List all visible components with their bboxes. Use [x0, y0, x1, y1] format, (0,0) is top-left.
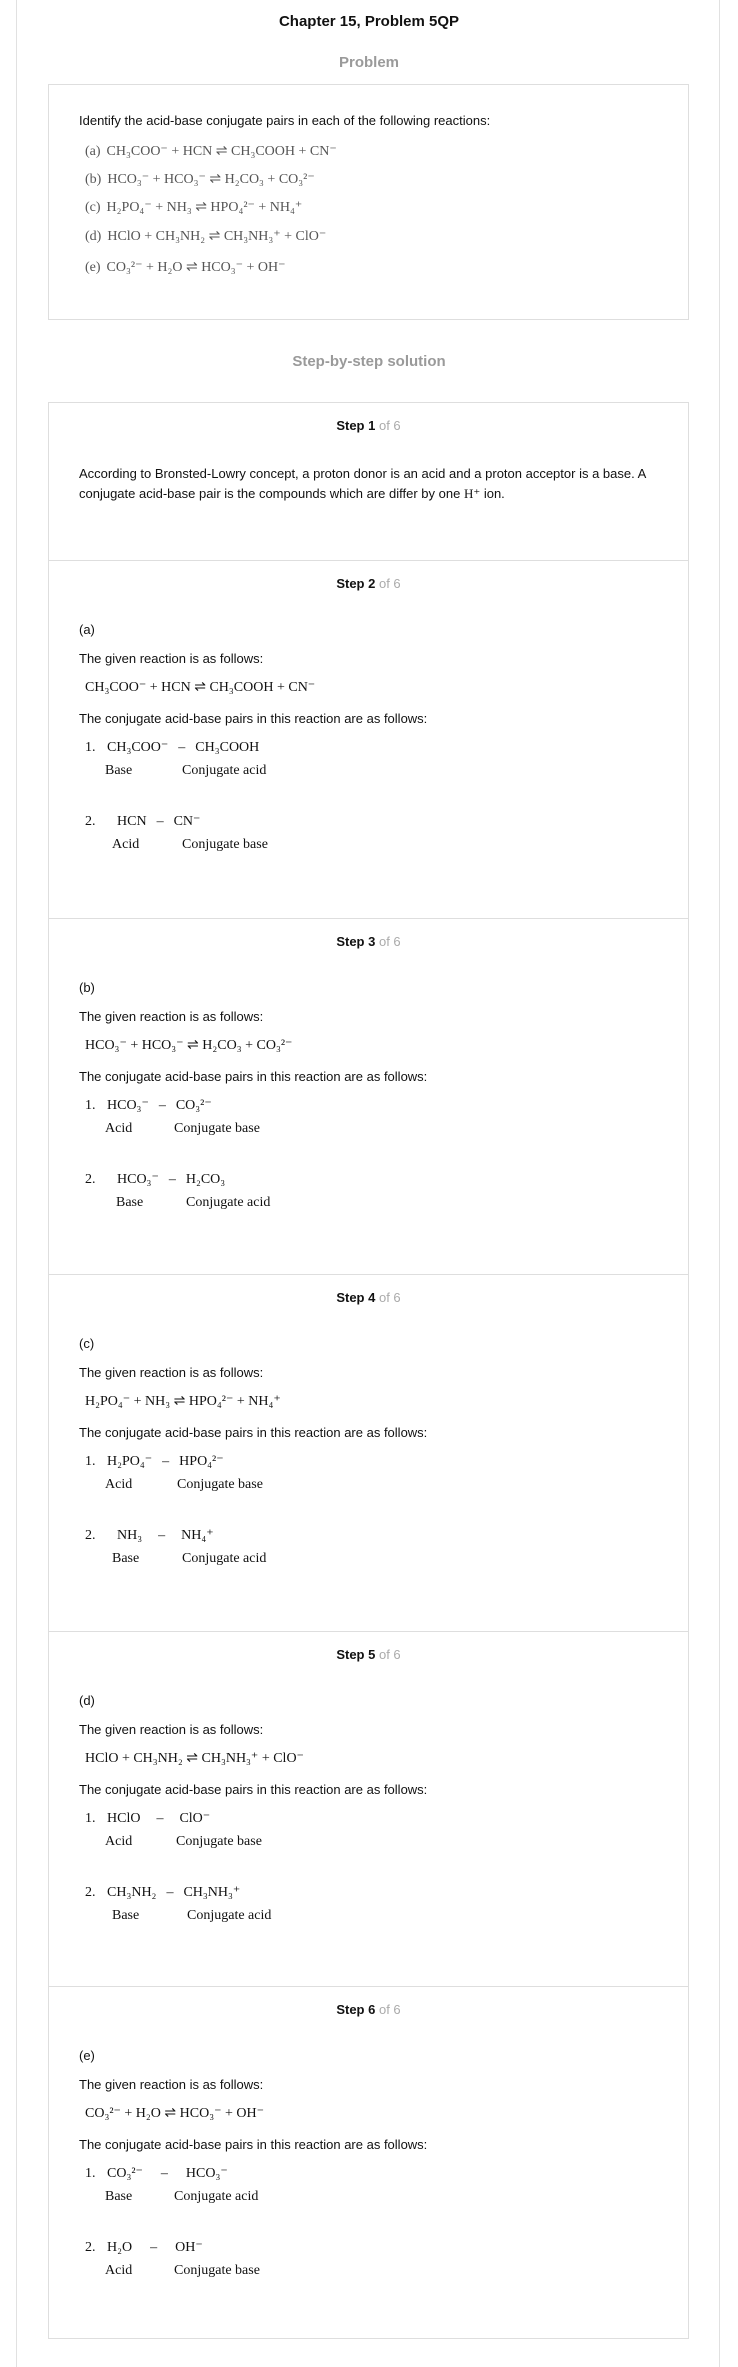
reaction-c: (c) H₂PO₄⁻ + NH₃ ⇌ HPO₄²⁻ + NH₄⁺ [85, 200, 303, 215]
reaction-equation: HClO + CH₃NH₂ ⇌ CH₃NH₃⁺ + ClO⁻ [85, 1751, 304, 1766]
reaction-a: (a) CH₃COO⁻ + HCN ⇌ CH₃COOH + CN⁻ [85, 144, 337, 159]
given-text: The given reaction is as follows: [79, 1009, 264, 1024]
pair-2: 2. HCN – CN⁻ [85, 814, 201, 829]
problem-heading: Problem [338, 54, 399, 71]
step-6: Step 6 of 6 (e) The given reaction is as… [49, 1986, 688, 2338]
step-header: Step 1 of 6 [336, 418, 401, 433]
pair-1-right-role: Conjugate acid [174, 2189, 259, 2204]
step-header: Step 2 of 6 [336, 576, 401, 591]
pair-2: 2. CH₃NH₂ – CH₃NH₃⁺ [85, 1885, 241, 1900]
pair-1: 1. H₂PO₄⁻ – HPO₄²⁻ [85, 1454, 224, 1469]
part-label: (d) [79, 1693, 95, 1708]
page-title: Chapter 15, Problem 5QP [278, 13, 460, 30]
pair-1-left-role: Acid [105, 1834, 133, 1849]
problem-intro: Identify the acid-base conjugate pairs i… [79, 113, 491, 128]
solution-heading: Step-by-step solution [292, 353, 446, 370]
steps-box: Step 1 of 6 According to Bronsted-Lowry … [48, 402, 689, 2339]
pair-1: 1. CO₃²⁻ – HCO₃⁻ [85, 2166, 228, 2181]
step-header: Step 3 of 6 [336, 934, 401, 949]
pair-2: 2. HCO₃⁻ – H₂CO₃ [85, 1172, 226, 1187]
pair-2-left-role: Base [116, 1195, 144, 1210]
step-1: Step 1 of 6 According to Bronsted-Lowry … [49, 403, 688, 560]
pairs-intro: The conjugate acid-base pairs in this re… [79, 711, 428, 726]
part-label: (b) [79, 980, 95, 995]
pair-2-left-role: Acid [112, 837, 140, 852]
reaction-d: (d) HClO + CH₃NH₂ ⇌ CH₃NH₃⁺ + ClO⁻ [85, 229, 327, 244]
pair-1-left-role: Acid [105, 1121, 133, 1136]
pair-1-right-role: Conjugate acid [182, 763, 267, 778]
pair-1-left-role: Acid [105, 1477, 133, 1492]
part-label: (c) [79, 1336, 95, 1351]
reaction-equation: CH₃COO⁻ + HCN ⇌ CH₃COOH + CN⁻ [85, 680, 316, 695]
pair-2-right-role: Conjugate base [174, 2263, 260, 2278]
pair-2: 2. NH₃ – NH₄⁺ [85, 1528, 214, 1543]
pairs-intro: The conjugate acid-base pairs in this re… [79, 1425, 428, 1440]
step-header: Step 5 of 6 [336, 1647, 401, 1662]
reaction-equation: HCO₃⁻ + HCO₃⁻ ⇌ H₂CO₃ + CO₃²⁻ [85, 1038, 293, 1053]
pair-2-left-role: Base [112, 1908, 140, 1923]
pair-2: 2. H₂O – OH⁻ [85, 2240, 203, 2255]
pairs-intro: The conjugate acid-base pairs in this re… [79, 1069, 428, 1084]
given-text: The given reaction is as follows: [79, 1722, 264, 1737]
pair-2-right-role: Conjugate base [182, 837, 268, 852]
step-5: Step 5 of 6 (d) The given reaction is as… [49, 1631, 688, 1986]
pair-1-right-role: Conjugate base [177, 1477, 263, 1492]
given-text: The given reaction is as follows: [79, 2077, 264, 2092]
problem-box: Identify the acid-base conjugate pairs i… [48, 84, 689, 320]
pair-1: 1. CH₃COO⁻ – CH₃COOH [85, 740, 260, 755]
reaction-equation: CO₃²⁻ + H₂O ⇌ HCO₃⁻ + OH⁻ [85, 2106, 264, 2121]
pair-1-right-role: Conjugate base [176, 1834, 262, 1849]
given-text: The given reaction is as follows: [79, 651, 264, 666]
reaction-e: (e) CO₃²⁻ + H₂O ⇌ HCO₃⁻ + OH⁻ [85, 260, 286, 275]
pair-2-left-role: Base [112, 1551, 140, 1566]
reaction-b: (b) HCO₃⁻ + HCO₃⁻ ⇌ H₂CO₃ + CO₃²⁻ [85, 172, 315, 187]
given-text: The given reaction is as follows: [79, 1365, 264, 1380]
step-header: Step 4 of 6 [336, 1290, 401, 1305]
pair-1-right-role: Conjugate base [174, 1121, 260, 1136]
step-2: Step 2 of 6 (a) The given reaction is as… [49, 560, 688, 918]
step-4: Step 4 of 6 (c) The given reaction is as… [49, 1274, 688, 1631]
step-1-text: According to Bronsted-Lowry concept, a p… [79, 466, 646, 501]
pairs-intro: The conjugate acid-base pairs in this re… [79, 2137, 428, 2152]
step-header: Step 6 of 6 [336, 2002, 401, 2017]
step-3: Step 3 of 6 (b) The given reaction is as… [49, 918, 688, 1274]
pair-1-left-role: Base [105, 763, 133, 778]
pair-1: 1. HClO – ClO⁻ [85, 1811, 211, 1826]
part-label: (e) [79, 2048, 95, 2063]
part-label: (a) [79, 622, 95, 637]
pairs-intro: The conjugate acid-base pairs in this re… [79, 1782, 428, 1797]
pair-2-right-role: Conjugate acid [186, 1195, 271, 1210]
pair-2-left-role: Acid [105, 2263, 133, 2278]
pair-2-right-role: Conjugate acid [187, 1908, 272, 1923]
reaction-equation: H₂PO₄⁻ + NH₃ ⇌ HPO₄²⁻ + NH₄⁺ [85, 1394, 281, 1409]
pair-1: 1. HCO₃⁻ – CO₃²⁻ [85, 1098, 212, 1113]
pair-2-right-role: Conjugate acid [182, 1551, 267, 1566]
pair-1-left-role: Base [105, 2189, 133, 2204]
